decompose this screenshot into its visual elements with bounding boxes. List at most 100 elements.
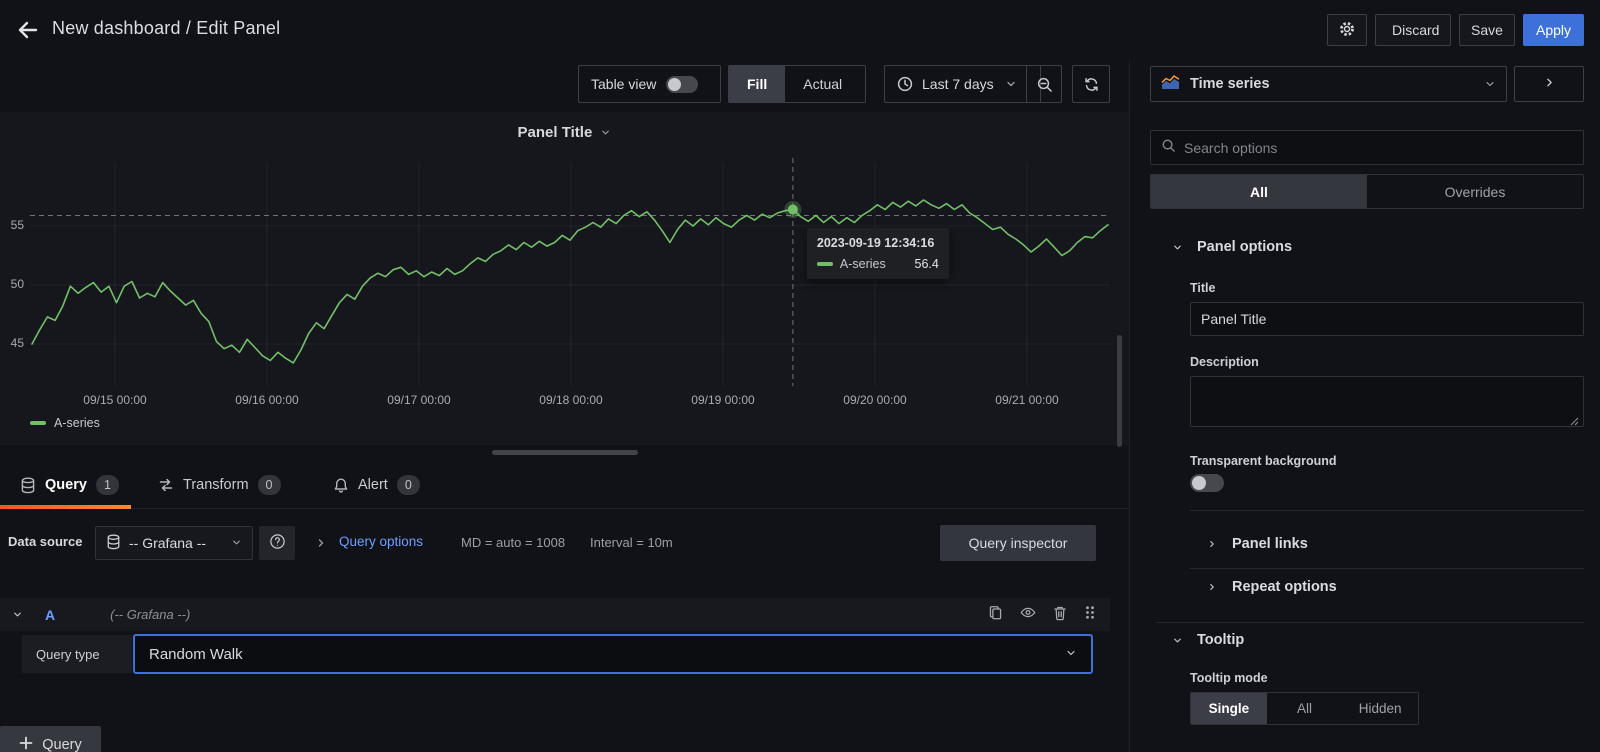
chevron-down-icon: [231, 535, 242, 551]
fill-option[interactable]: Fill: [729, 66, 786, 102]
apply-button[interactable]: Apply: [1523, 14, 1584, 46]
options-search-input[interactable]: [1184, 139, 1573, 156]
datasource-row: Data source -- Grafana -- Query options …: [0, 520, 1129, 566]
query-row-header[interactable]: A (-- Grafana --): [0, 598, 1110, 631]
tab-query[interactable]: Query 1: [20, 462, 119, 508]
chevron-right-icon: [1207, 582, 1217, 592]
panel-resize-handle[interactable]: [492, 450, 638, 455]
query-ref-id: A: [45, 606, 56, 623]
x-tick-label: 09/20 00:00: [843, 393, 907, 407]
panel-options-header[interactable]: Panel options: [1172, 239, 1292, 255]
x-tick-label: 09/21 00:00: [995, 393, 1059, 407]
time-series-chart[interactable]: A-series 2023-09-19 12:34:16 A-series 56…: [0, 112, 1129, 445]
plus-icon: [19, 736, 33, 752]
tooltip-mode-hidden[interactable]: Hidden: [1342, 693, 1418, 724]
table-view-toggle[interactable]: [666, 75, 699, 93]
query-options-link[interactable]: Query options: [339, 534, 423, 549]
discard-button[interactable]: Discard: [1375, 14, 1451, 46]
tooltip-value: 56.4: [914, 257, 939, 271]
divider: [1190, 568, 1584, 569]
tooltip-series-name: A-series: [839, 257, 886, 271]
tooltip-timestamp: 2023-09-19 12:34:16: [816, 236, 935, 250]
collapse-options-button[interactable]: [1514, 66, 1584, 102]
options-search[interactable]: [1150, 130, 1584, 165]
divider: [1190, 510, 1584, 511]
refresh-icon: [1083, 76, 1100, 93]
datasource-help-button[interactable]: [259, 526, 295, 560]
table-view-control: Table view: [578, 65, 721, 103]
zoom-out-icon: [1036, 76, 1053, 93]
panel-links-section[interactable]: Panel links: [1207, 536, 1308, 552]
panel-preview-card: Panel Title A-series 2023-09-19 12:34:16…: [0, 112, 1129, 445]
table-view-label: Table view: [591, 76, 657, 92]
y-tick-label: 50: [10, 277, 24, 291]
chevron-down-icon: [1005, 78, 1017, 90]
gear-icon: [1338, 21, 1356, 41]
drag-query-handle[interactable]: [1084, 605, 1096, 624]
section-divider: [1156, 622, 1584, 623]
datasource-picker[interactable]: -- Grafana --: [95, 526, 253, 560]
delete-query-button[interactable]: [1053, 605, 1067, 624]
max-data-points-text: MD = auto = 1008: [461, 535, 566, 550]
query-ref-datasource: (-- Grafana --): [110, 607, 191, 622]
panel-settings-button[interactable]: [1327, 14, 1367, 46]
title-field-label: Title: [1190, 281, 1216, 295]
description-field-label: Description: [1190, 355, 1259, 369]
refresh-button[interactable]: [1072, 65, 1110, 103]
options-sidebar: Time series All Overrides Panel opt: [1130, 60, 1600, 752]
bell-icon: [333, 477, 349, 494]
chevron-down-icon[interactable]: [12, 609, 23, 620]
chevron-down-icon: [1484, 78, 1496, 90]
chevron-right-icon[interactable]: [315, 536, 327, 554]
chevron-down-icon: [1065, 646, 1077, 663]
visualization-name: Time series: [1190, 76, 1270, 92]
x-tick-label: 09/16 00:00: [235, 393, 299, 407]
back-button[interactable]: [14, 17, 42, 45]
textarea-resize-icon[interactable]: [1570, 413, 1579, 431]
panel-title-input[interactable]: [1190, 302, 1584, 336]
chevron-right-icon: [1207, 539, 1217, 549]
transform-icon: [158, 477, 174, 493]
time-range-label: Last 7 days: [922, 76, 994, 92]
panel-description-textarea[interactable]: [1190, 376, 1584, 427]
query-type-select[interactable]: Random Walk: [133, 634, 1093, 674]
interval-text: Interval = 10m: [590, 535, 673, 550]
zoom-out-button[interactable]: [1026, 65, 1062, 103]
query-type-row: Query type Random Walk: [0, 634, 1110, 674]
tab-alert-count: 0: [396, 475, 420, 495]
add-query-button[interactable]: Query: [0, 726, 101, 752]
options-filter-tabs: All Overrides: [1150, 174, 1584, 209]
query-inspector-button[interactable]: Query inspector: [940, 525, 1096, 561]
save-button[interactable]: Save: [1459, 14, 1515, 46]
chart-legend[interactable]: A-series: [30, 416, 100, 430]
trash-icon: [1053, 605, 1067, 624]
hide-query-button[interactable]: [1020, 605, 1036, 624]
chart-tooltip: 2023-09-19 12:34:16 A-series 56.4: [806, 228, 949, 279]
repeat-options-section[interactable]: Repeat options: [1207, 579, 1337, 595]
tab-alert[interactable]: Alert 0: [333, 462, 420, 508]
duplicate-query-button[interactable]: [988, 605, 1003, 624]
database-icon: [20, 477, 36, 494]
fill-actual-segmented: Fill Actual: [728, 65, 866, 103]
x-tick-label: 09/17 00:00: [387, 393, 451, 407]
x-tick-label: 09/18 00:00: [539, 393, 603, 407]
options-tab-overrides[interactable]: Overrides: [1367, 175, 1583, 208]
transparent-bg-label: Transparent background: [1190, 454, 1337, 468]
editor-scrollbar-thumb[interactable]: [1117, 335, 1122, 447]
tab-alert-label: Alert: [358, 477, 388, 493]
visualization-picker[interactable]: Time series: [1150, 66, 1507, 102]
tooltip-mode-label: Tooltip mode: [1190, 671, 1268, 685]
tab-transform[interactable]: Transform 0: [158, 462, 281, 508]
tooltip-section-header[interactable]: Tooltip: [1172, 632, 1244, 648]
chevron-right-icon: [1543, 76, 1556, 92]
y-tick-label: 45: [10, 336, 24, 350]
transparent-bg-toggle[interactable]: [1190, 474, 1224, 492]
tab-query-count: 1: [95, 475, 119, 495]
options-tab-all[interactable]: All: [1151, 175, 1367, 208]
tooltip-mode-single[interactable]: Single: [1191, 693, 1267, 724]
help-icon: [269, 533, 286, 553]
actual-option[interactable]: Actual: [785, 66, 860, 102]
tooltip-mode-all[interactable]: All: [1267, 693, 1343, 724]
time-range-picker[interactable]: Last 7 days: [884, 65, 1041, 103]
page-title: New dashboard / Edit Panel: [52, 18, 281, 38]
